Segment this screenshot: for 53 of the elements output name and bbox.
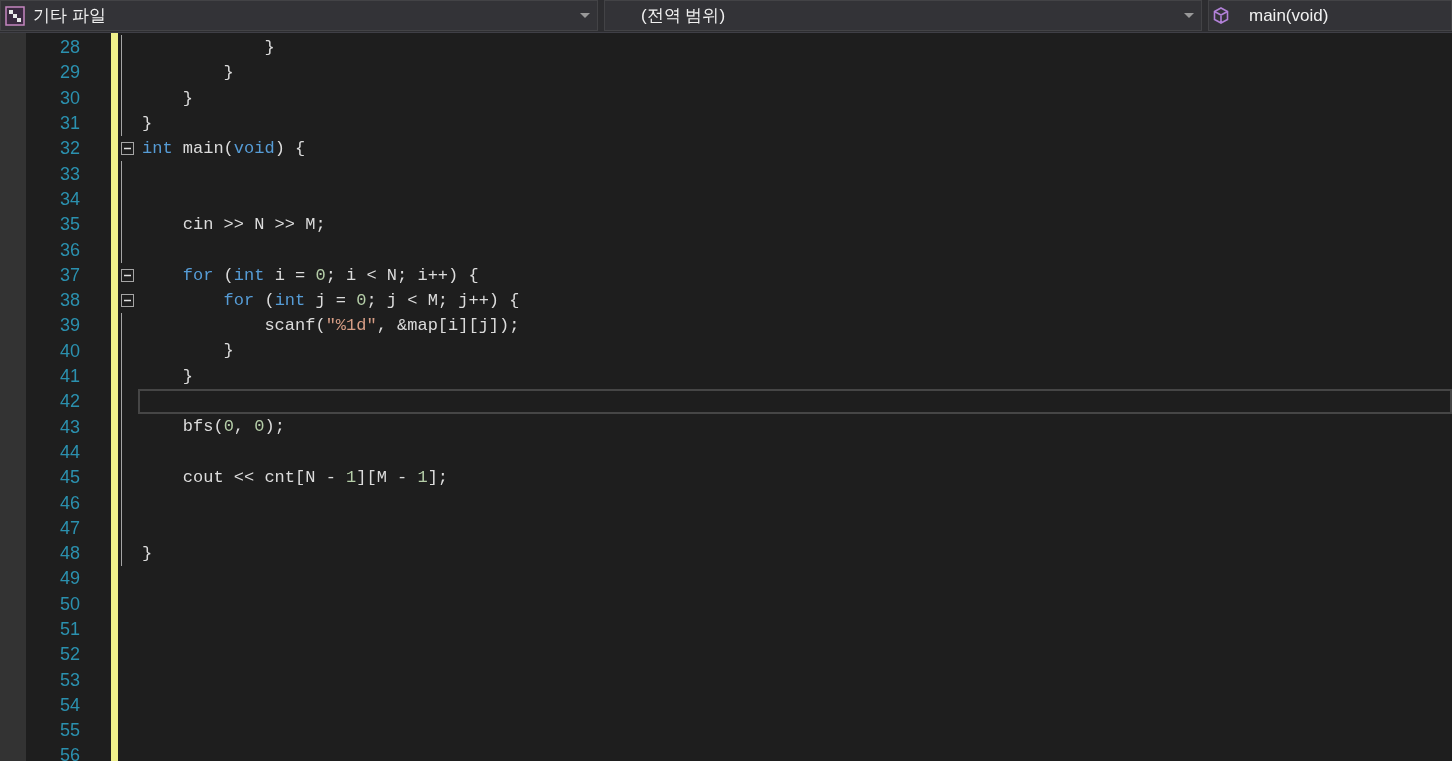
code-line: for (int i = 0; i < N; i++) {: [181, 264, 479, 287]
cube-icon: [1213, 6, 1229, 25]
line-number: 52: [59, 643, 80, 667]
code-line: for (int j = 0; j < M; j++) {: [222, 289, 520, 312]
caret-icon: [1184, 12, 1194, 19]
line-number: 47: [59, 516, 80, 540]
line-number: 37: [59, 263, 80, 287]
line-number: 40: [59, 339, 80, 363]
code-line: }: [142, 542, 153, 565]
line-number: 34: [59, 187, 80, 211]
code-line: int main(void) {: [142, 138, 306, 161]
line-number: 46: [59, 491, 80, 515]
line-number: 48: [59, 542, 80, 566]
line-number: 31: [59, 112, 80, 136]
line-number: 42: [59, 390, 80, 414]
code-line: scanf("%1d", &map[i][j]);: [263, 315, 520, 338]
line-number: 53: [59, 668, 80, 692]
code-line: bfs(0, 0);: [181, 416, 285, 439]
collapse-icon[interactable]: [121, 294, 134, 308]
line-number: 38: [59, 289, 80, 313]
line-number: 30: [59, 86, 80, 110]
line-number: 44: [59, 440, 80, 464]
line-number: 33: [59, 162, 80, 186]
code-line: }: [181, 87, 193, 110]
code-line: }: [263, 36, 275, 59]
line-number: 32: [59, 137, 80, 161]
code-line: }: [222, 340, 234, 363]
line-number: 55: [59, 719, 80, 743]
code-line: cout << cnt[N - 1][M - 1];: [181, 466, 449, 489]
code-line: }: [181, 365, 193, 388]
line-number: 29: [59, 61, 80, 85]
line-number: 56: [59, 744, 80, 761]
navigation-dropdown[interactable]: main(void): [1208, 0, 1452, 31]
collapse-icon[interactable]: [121, 268, 134, 282]
navigation-dropdown[interactable]: 기타 파일: [0, 0, 598, 31]
line-number: 49: [59, 567, 80, 591]
caret-icon: [580, 12, 590, 19]
navigation-dropdown[interactable]: (전역 범위): [604, 0, 1202, 31]
line-number: 54: [59, 693, 80, 717]
line-number: 50: [59, 592, 80, 616]
line-number: 35: [59, 213, 80, 237]
collapse-icon[interactable]: [121, 142, 134, 156]
line-number: 45: [59, 466, 80, 490]
line-number: 41: [59, 365, 80, 388]
code-line: }: [142, 112, 153, 135]
line-number: 43: [59, 415, 80, 439]
code-line: cin >> N >> M;: [181, 214, 326, 236]
project-icon: [5, 5, 25, 26]
line-number: 51: [59, 618, 80, 641]
line-number: 28: [59, 36, 80, 60]
code-line: }: [222, 62, 234, 85]
line-number: 36: [59, 238, 80, 262]
line-number: 39: [59, 314, 80, 338]
